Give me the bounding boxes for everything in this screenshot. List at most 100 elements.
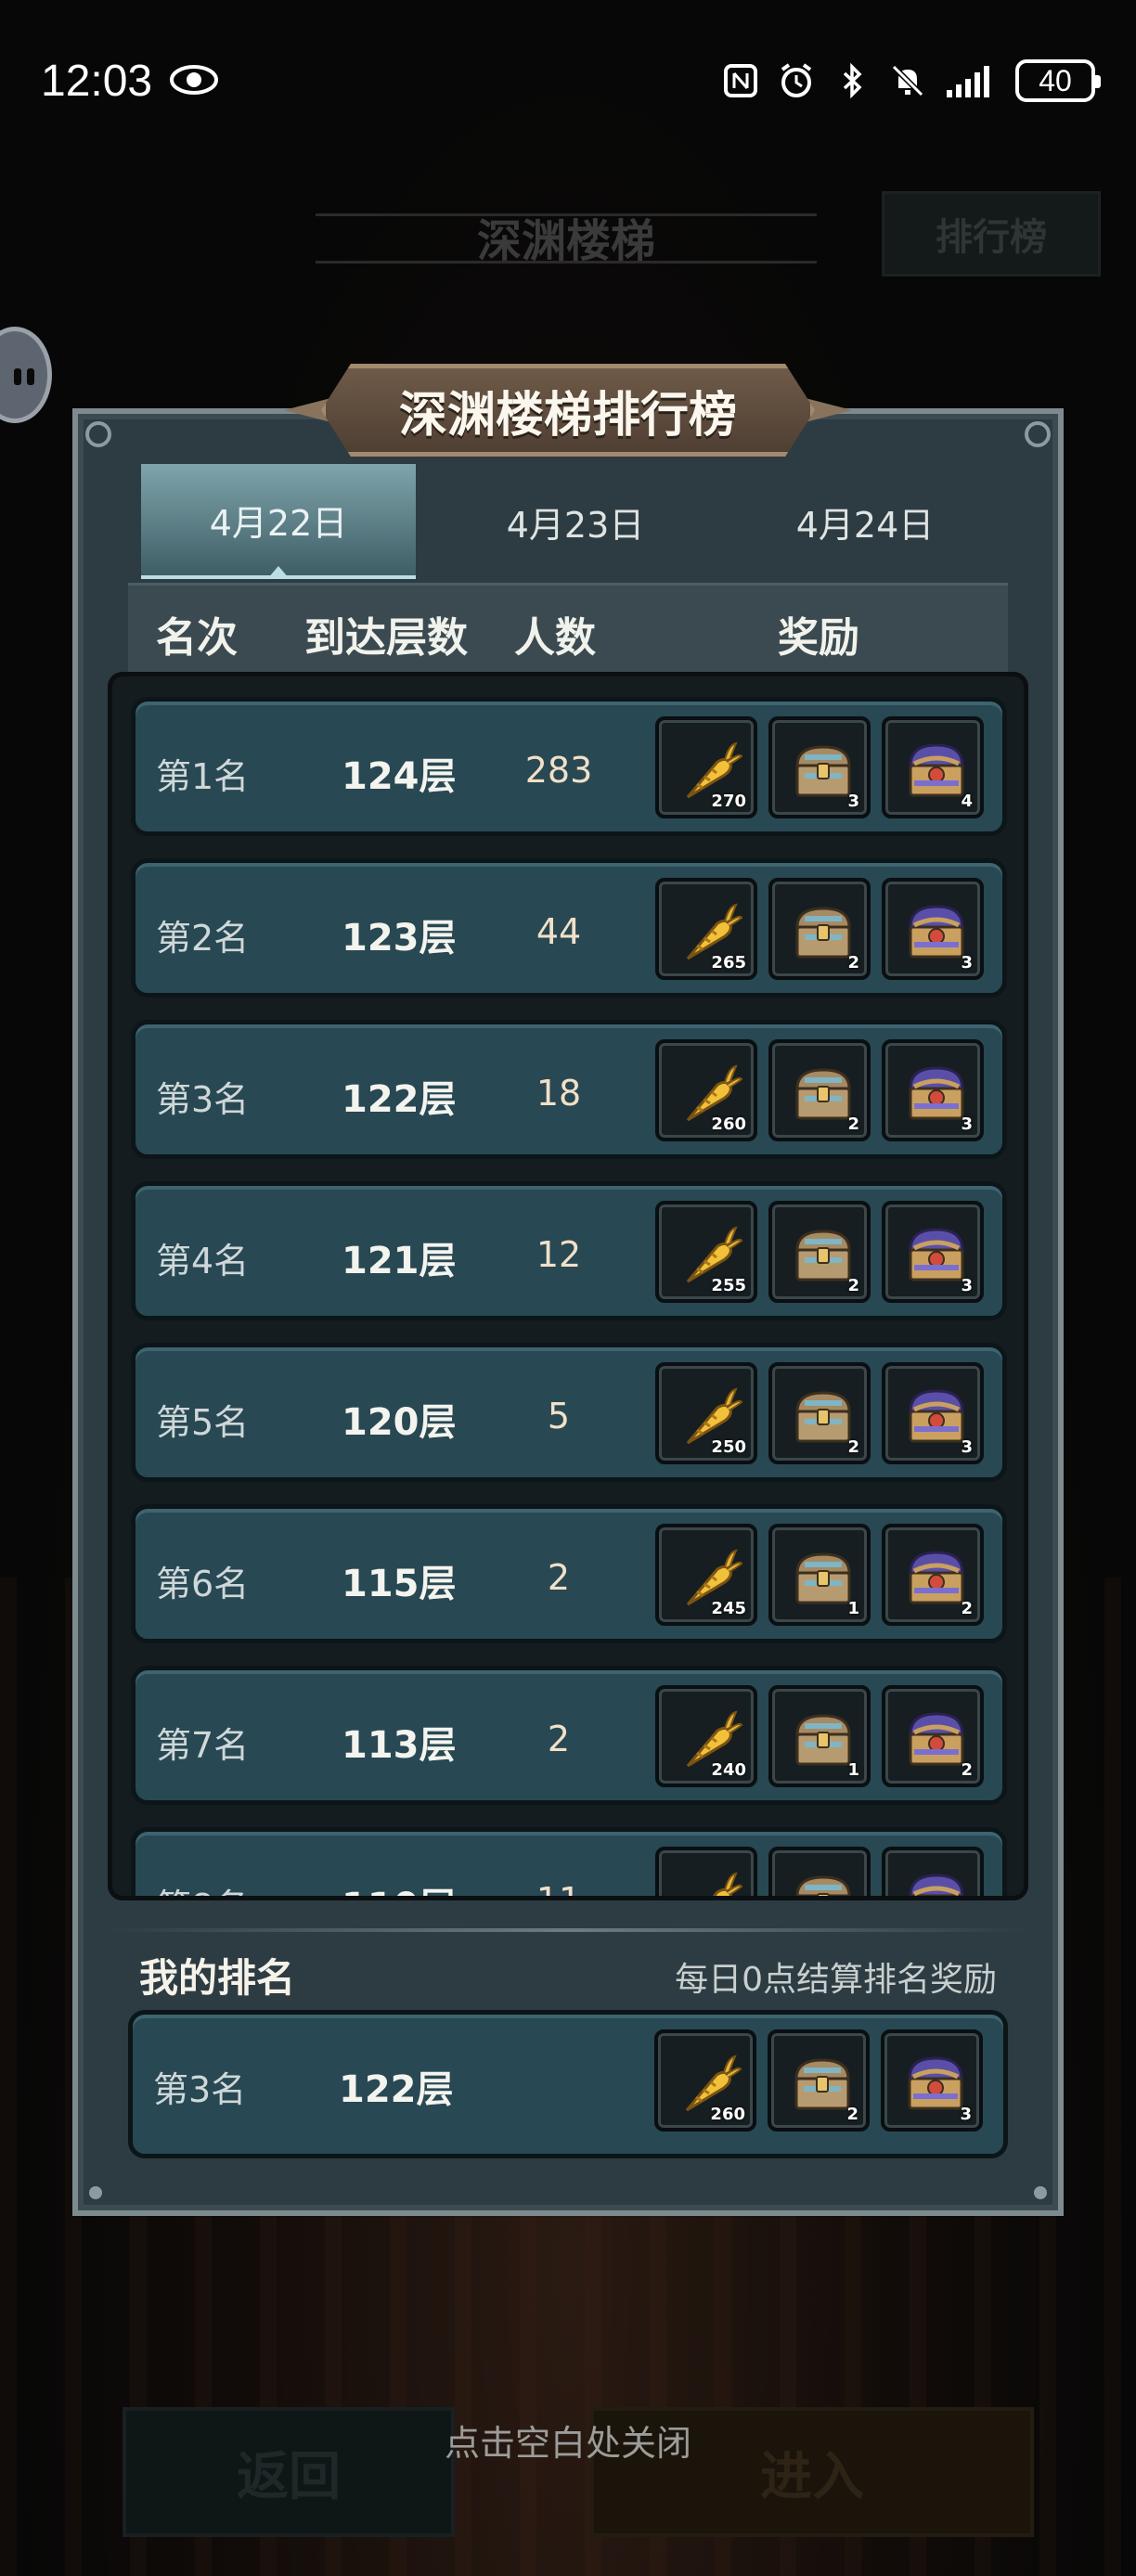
- reward-quantity: 1: [847, 1599, 859, 1618]
- column-header: 名次 到达层数 人数 奖励: [128, 583, 1008, 672]
- header-count: 人数: [514, 614, 596, 662]
- reward-quantity: 250: [711, 1437, 746, 1457]
- reward-slot[interactable]: 1: [768, 1685, 871, 1787]
- reward-slot[interactable]: 3: [882, 1201, 984, 1303]
- floor-value: 120层: [342, 1401, 457, 1444]
- status-time: 12:03: [41, 57, 153, 106]
- rank-value: 第8名: [156, 1878, 249, 1896]
- reward-slot[interactable]: 260: [655, 1039, 757, 1141]
- reward-slot[interactable]: 2: [882, 1524, 984, 1626]
- rank-value: 第7名: [156, 1725, 250, 1766]
- floor-value: 124层: [342, 755, 457, 798]
- player-count: 2: [547, 1557, 571, 1598]
- divider: [108, 1928, 1028, 1932]
- reward-slot[interactable]: 2: [768, 1039, 871, 1141]
- ranking-row: 第3名 122层 18 260 2 3: [131, 1020, 1007, 1159]
- reward-slot[interactable]: 260: [654, 2029, 756, 2132]
- reward-slot[interactable]: 2: [882, 1685, 984, 1787]
- status-bar: 12:03 40: [0, 0, 1136, 167]
- close-hint[interactable]: 点击空白处关闭: [0, 2415, 1136, 2466]
- my-floor-value: 122层: [339, 2068, 454, 2111]
- ranking-row: 第6名 115层 2 245 1 2: [131, 1504, 1007, 1643]
- reward-quantity: 265: [711, 953, 746, 972]
- reward-quantity: 3: [961, 1437, 973, 1457]
- reward-quantity: 270: [711, 792, 746, 811]
- reward-slot[interactable]: 2: [768, 878, 871, 980]
- player-count: 5: [547, 1396, 571, 1436]
- panel-title: 深渊楼梯排行榜: [398, 387, 737, 444]
- background-title-banner: 深渊楼梯: [316, 186, 817, 288]
- floor-value: 113层: [342, 1724, 457, 1767]
- mute-icon: [891, 64, 924, 97]
- reward-quantity: 260: [710, 2105, 745, 2124]
- reward-slot[interactable]: 2: [768, 2029, 870, 2132]
- rank-value: 第6名: [156, 1564, 250, 1604]
- reward-slot[interactable]: [655, 1847, 757, 1896]
- date-tabs: 4月22日 4月23日 4月24日: [139, 464, 1008, 579]
- tab-apr23[interactable]: 4月23日: [438, 464, 713, 579]
- reward-slot[interactable]: 3: [768, 716, 871, 818]
- carrot-icon: [675, 1866, 745, 1896]
- reward-quantity: 3: [847, 792, 859, 811]
- ranking-row: 第8名 110层 11: [131, 1827, 1007, 1896]
- reward-slot[interactable]: 2: [768, 1362, 871, 1464]
- ranking-row: 第5名 120层 5 250 2 3: [131, 1343, 1007, 1482]
- reward-quantity: 245: [711, 1599, 746, 1618]
- floor-value: 122层: [342, 1078, 457, 1121]
- reward-quantity: 240: [711, 1760, 746, 1780]
- player-count: 44: [536, 911, 582, 952]
- reward-slot[interactable]: 250: [655, 1362, 757, 1464]
- header-rank: 名次: [156, 614, 238, 662]
- floor-value: 110层: [342, 1876, 457, 1896]
- epic-chest-icon: [901, 1866, 972, 1896]
- background-rank-button: 排行榜: [882, 191, 1101, 277]
- bluetooth-icon: [843, 62, 862, 99]
- player-count: 18: [536, 1073, 582, 1114]
- rank-value: 第4名: [156, 1241, 250, 1282]
- reward-slot[interactable]: [882, 1847, 984, 1896]
- signal-icon: [947, 66, 989, 97]
- floor-value: 115层: [342, 1563, 457, 1605]
- reward-slot[interactable]: 3: [882, 1039, 984, 1141]
- eye-icon: [170, 65, 218, 95]
- reward-quantity: 2: [847, 1276, 859, 1295]
- reward-quantity: 2: [847, 1437, 859, 1457]
- ranking-list[interactable]: 第1名 124层 283 270 3 4 第2名 123层 44 265 2 3 第3名 122层 18 26…: [108, 672, 1028, 1900]
- reward-quantity: 255: [711, 1276, 746, 1295]
- chest-icon: [788, 1866, 858, 1896]
- player-count: 12: [536, 1234, 582, 1275]
- reward-quantity: 3: [961, 1276, 973, 1295]
- tab-apr24[interactable]: 4月24日: [728, 464, 1002, 579]
- reward-slot[interactable]: 255: [655, 1201, 757, 1303]
- reward-slot[interactable]: 2: [768, 1201, 871, 1303]
- rank-value: 第1名: [156, 756, 250, 797]
- reward-slot[interactable]: 265: [655, 878, 757, 980]
- reward-slot[interactable]: 4: [882, 716, 984, 818]
- settlement-note: 每日0点结算排名奖励: [675, 1961, 997, 1999]
- reward-slot[interactable]: 240: [655, 1685, 757, 1787]
- reward-slot[interactable]: 270: [655, 716, 757, 818]
- reward-slot[interactable]: 1: [768, 1524, 871, 1626]
- status-icons: 40: [722, 58, 1101, 104]
- my-rank-label: 我的排名: [139, 1955, 296, 2001]
- reward-quantity: 2: [961, 1599, 973, 1618]
- reward-quantity: 3: [960, 2105, 972, 2124]
- reward-slot[interactable]: 3: [882, 1362, 984, 1464]
- reward-slot[interactable]: 3: [882, 878, 984, 980]
- reward-slot[interactable]: 3: [881, 2029, 983, 2132]
- ranking-row: 第4名 121层 12 255 2 3: [131, 1181, 1007, 1320]
- rank-value: 第2名: [156, 918, 250, 959]
- reward-quantity: 3: [961, 953, 973, 972]
- ranking-row: 第1名 124层 283 270 3 4: [131, 697, 1007, 836]
- nfc-icon: [724, 64, 757, 97]
- reward-quantity: 260: [711, 1114, 746, 1134]
- reward-slot[interactable]: [768, 1847, 871, 1896]
- tab-apr22[interactable]: 4月22日: [141, 464, 416, 579]
- reward-quantity: 2: [847, 953, 859, 972]
- reward-quantity: 4: [961, 792, 973, 811]
- background-title: 深渊楼梯: [476, 215, 655, 267]
- player-count: 2: [547, 1719, 571, 1759]
- alarm-icon: [781, 63, 812, 97]
- reward-slot[interactable]: 245: [655, 1524, 757, 1626]
- header-reward: 奖励: [778, 614, 859, 662]
